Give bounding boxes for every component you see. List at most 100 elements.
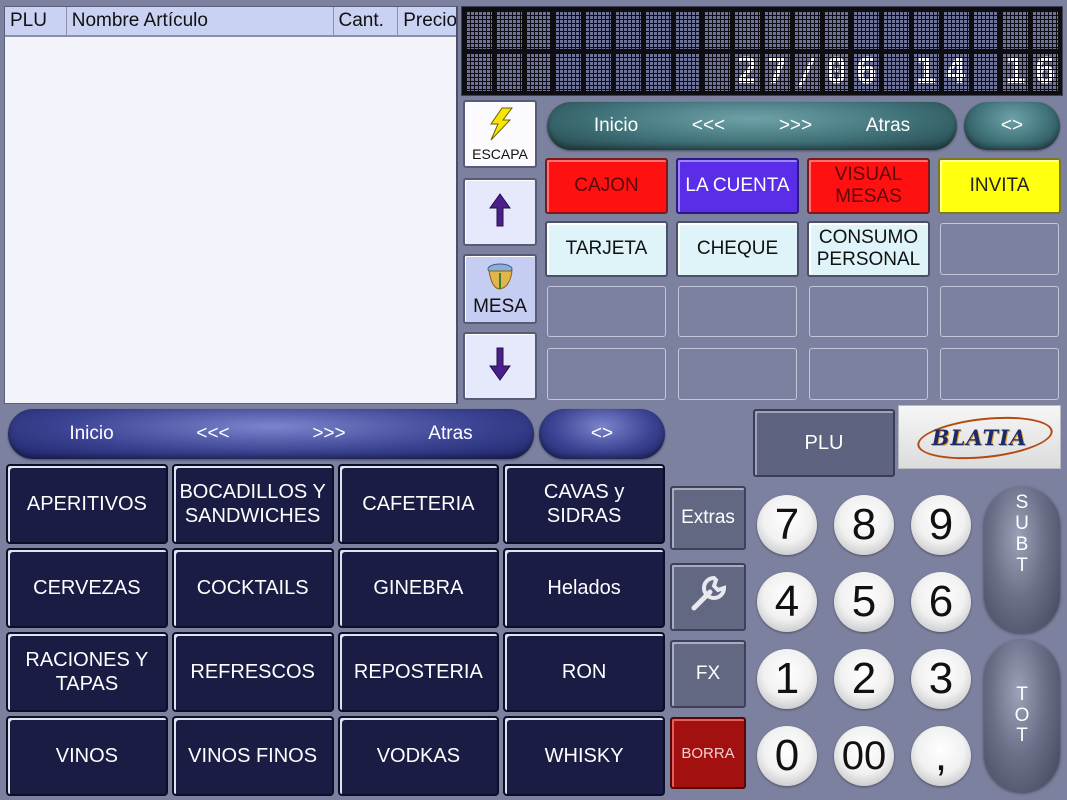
function-button-consumo-personal[interactable]: CONSUMO PERSONAL <box>807 220 930 277</box>
led-cell <box>525 53 552 91</box>
nav-bottom-atras[interactable]: Atras <box>428 423 472 445</box>
nav-top-toggle-button[interactable]: <> <box>964 102 1060 150</box>
order-list-header: PLU Nombre Artículo Cant. Precio <box>5 7 456 37</box>
settings-button[interactable] <box>670 563 746 631</box>
function-button-tarjeta[interactable]: TARJETA <box>545 220 668 277</box>
nav-bottom-toggle-button[interactable]: <> <box>539 409 665 459</box>
keypad-key[interactable]: 9 <box>911 495 971 555</box>
keypad-key[interactable]: 4 <box>757 572 817 632</box>
nav-top-next[interactable]: >>> <box>779 115 812 137</box>
category-button-cafeteria[interactable]: CAFETERIA <box>337 464 500 544</box>
led-char: 4 <box>944 51 967 92</box>
keypad-key[interactable]: 0 <box>757 726 817 786</box>
led-cell <box>585 11 611 49</box>
order-list[interactable]: PLU Nombre Artículo Cant. Precio <box>4 6 458 404</box>
wrench-icon <box>688 574 728 620</box>
function-button-invita[interactable]: INVITA <box>938 158 1061 214</box>
led-cell <box>525 11 552 49</box>
led-cell: / <box>793 53 820 91</box>
column-header-cant[interactable]: Cant. <box>334 7 399 35</box>
lightning-icon <box>485 107 515 146</box>
category-button-vinos-finos[interactable]: VINOS FINOS <box>171 716 334 796</box>
table-button[interactable]: MESA <box>463 254 537 324</box>
category-button-vodkas[interactable]: VODKAS <box>337 716 500 796</box>
column-header-precio[interactable]: Precio <box>398 7 456 35</box>
arrow-up-icon <box>489 192 511 232</box>
led-cell <box>1002 11 1029 49</box>
category-button-whisky[interactable]: WHISKY <box>503 716 665 796</box>
keypad-key[interactable]: , <box>911 726 971 786</box>
clear-button[interactable]: BORRA <box>670 717 746 789</box>
keypad-key[interactable]: 8 <box>834 495 894 555</box>
keypad-key[interactable]: 2 <box>834 649 894 709</box>
nav-bottom-next[interactable]: >>> <box>312 423 345 445</box>
table-icon <box>484 261 516 296</box>
led-cell: 7 <box>763 53 790 91</box>
led-cell <box>734 11 760 49</box>
function-button-grid: CAJON LA CUENTA VISUAL MESAS INVITA TARJETA C… <box>545 158 1061 402</box>
category-button-refrescos[interactable]: REFRESCOS <box>171 632 334 712</box>
keypad-key[interactable]: 1 <box>757 649 817 709</box>
led-cell <box>942 11 969 49</box>
category-button-reposteria[interactable]: REPOSTERIA <box>337 632 500 712</box>
function-button-la-cuenta[interactable]: LA CUENTA <box>676 158 799 214</box>
scroll-up-button[interactable] <box>463 178 537 246</box>
escape-button[interactable]: ESCAPA <box>463 100 537 168</box>
category-button-cocktails[interactable]: COCKTAILS <box>171 548 334 628</box>
total-button[interactable]: TOT <box>984 640 1060 792</box>
led-cell <box>466 11 492 49</box>
category-button-aperitivos[interactable]: APERITIVOS <box>6 464 168 544</box>
led-cell <box>585 53 611 91</box>
keypad-key[interactable]: 7 <box>757 495 817 555</box>
keypad-key[interactable]: 3 <box>911 649 971 709</box>
extras-button[interactable]: Extras <box>670 486 746 550</box>
function-button-visual-mesas[interactable]: VISUAL MESAS <box>807 158 930 214</box>
led-char: 1 <box>915 51 937 92</box>
logo-text: BLATIA <box>931 424 1028 450</box>
keypad-key[interactable]: 00 <box>834 726 894 786</box>
scroll-down-button[interactable] <box>463 332 537 400</box>
category-button-cavas-y-sidras[interactable]: CAVAS y SIDRAS <box>503 464 665 544</box>
category-button-ron[interactable]: RON <box>503 632 665 712</box>
led-char: 1 <box>1004 51 1027 92</box>
led-cell <box>495 11 522 49</box>
nav-top-prev[interactable]: <<< <box>692 115 725 137</box>
keypad-key[interactable]: 6 <box>911 572 971 632</box>
tot-letter: O <box>1014 704 1030 726</box>
subt-letter: B <box>1015 533 1029 555</box>
function-button-empty-8 <box>547 285 666 338</box>
nav-bottom-inicio[interactable]: Inicio <box>69 423 113 445</box>
led-cell <box>644 11 671 49</box>
led-cell <box>793 11 820 49</box>
led-cell <box>495 53 522 91</box>
nav-top-toggle-label: <> <box>1000 115 1024 136</box>
nav-top-inicio[interactable]: Inicio <box>594 115 638 137</box>
tot-letter: T <box>1016 725 1028 747</box>
category-button-vinos[interactable]: VINOS <box>6 716 168 796</box>
function-button-cheque[interactable]: CHEQUE <box>676 220 799 277</box>
category-grid: APERITIVOS BOCADILLOS Y SANDWICHES CAFETER… <box>6 464 665 796</box>
led-cell <box>674 53 701 91</box>
category-button-ginebra[interactable]: GINEBRA <box>337 548 500 628</box>
fx-button[interactable]: FX <box>670 640 746 708</box>
led-cell <box>972 53 999 91</box>
category-button-cervezas[interactable]: CERVEZAS <box>6 548 168 628</box>
led-cell <box>1032 11 1058 49</box>
led-char: 6 <box>855 51 878 92</box>
nav-bottom-prev[interactable]: <<< <box>196 423 229 445</box>
category-button-raciones-y-tapas[interactable]: RACIONES Y TAPAS <box>6 632 168 712</box>
keypad-key[interactable]: 5 <box>834 572 894 632</box>
category-button-helados[interactable]: Helados <box>503 548 665 628</box>
led-cell <box>614 53 641 91</box>
led-char: 2 <box>736 51 758 92</box>
subtotal-button[interactable]: SUBT <box>984 487 1060 633</box>
column-header-nombre[interactable]: Nombre Artículo <box>67 7 334 35</box>
led-cell <box>466 53 492 91</box>
nav-top-atras[interactable]: Atras <box>866 115 910 137</box>
plu-button[interactable]: PLU <box>753 409 895 477</box>
nav-bottom-toggle-label: <> <box>590 423 614 444</box>
function-button-cajon[interactable]: CAJON <box>545 158 668 214</box>
category-button-bocadillos-y-sandwiches[interactable]: BOCADILLOS Y SANDWICHES <box>171 464 334 544</box>
column-header-plu[interactable]: PLU <box>5 7 67 35</box>
led-cell <box>555 11 582 49</box>
